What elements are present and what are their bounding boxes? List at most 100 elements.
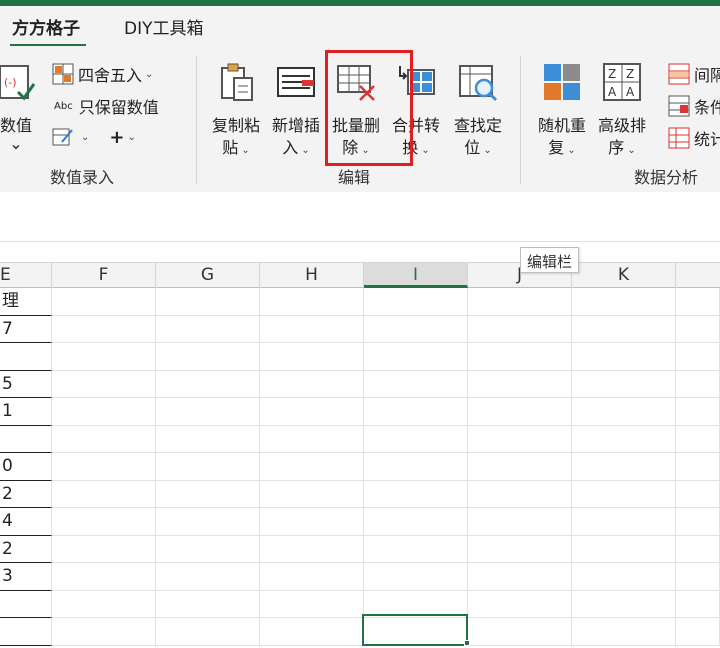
cell-e[interactable]: 1 [0,398,52,426]
grid-cell[interactable] [572,315,676,343]
grid-cell[interactable] [676,563,720,591]
grid-cell[interactable] [468,563,572,591]
grid-cell[interactable] [52,508,156,536]
interval-button[interactable]: 间隔 [668,62,720,86]
grid-cell[interactable] [676,425,720,453]
grid-cell[interactable] [260,288,364,316]
grid-cell[interactable] [52,618,156,646]
insert-button[interactable]: 新增插 入 ⌄ [266,56,326,160]
grid-cell[interactable] [364,535,468,563]
grid-cell[interactable] [156,535,260,563]
grid-cell[interactable] [468,370,572,398]
cell-e[interactable] [0,343,52,371]
grid-cell[interactable] [156,425,260,453]
grid-cell[interactable] [260,343,364,371]
grid-cell[interactable] [468,425,572,453]
grid-cell[interactable] [572,535,676,563]
random-repeat-button[interactable]: 随机重 复 ⌄ [532,56,592,160]
grid-cell[interactable] [52,535,156,563]
column-header-e[interactable]: E [0,263,52,288]
grid-cell[interactable] [156,563,260,591]
column-header-k[interactable]: K [572,263,676,288]
grid-cell[interactable] [364,480,468,508]
grid-cell[interactable] [468,453,572,481]
grid-cell[interactable] [572,590,676,618]
grid-cell[interactable] [676,508,720,536]
cell-e[interactable] [0,618,52,646]
grid-cell[interactable] [260,563,364,591]
grid-cell[interactable] [572,563,676,591]
grid-cell[interactable] [52,398,156,426]
spreadsheet-grid[interactable]: 理75102423 [0,288,720,648]
grid-cell[interactable] [260,425,364,453]
cell-e[interactable]: 3 [0,563,52,591]
formula-bar[interactable] [0,192,720,242]
advanced-sort-button[interactable]: Z Z A A 高级排 序 ⌄ [592,56,652,160]
grid-cell[interactable] [468,398,572,426]
grid-cell[interactable] [676,618,720,646]
grid-cell[interactable] [572,288,676,316]
round-button[interactable]: 四舍五入 ⌄ [52,62,153,86]
cell-e[interactable]: 5 [0,370,52,398]
fill-handle[interactable] [464,640,470,646]
condition-button[interactable]: 条件 [668,94,720,118]
grid-cell[interactable] [260,370,364,398]
grid-cell[interactable] [364,288,468,316]
plus-icon[interactable]: + [109,127,124,148]
grid-cell[interactable] [676,315,720,343]
grid-cell[interactable] [468,480,572,508]
grid-cell[interactable] [260,315,364,343]
grid-cell[interactable] [676,590,720,618]
grid-cell[interactable] [572,618,676,646]
grid-cell[interactable] [468,508,572,536]
grid-cell[interactable] [52,288,156,316]
grid-cell[interactable] [156,453,260,481]
grid-cell[interactable] [364,425,468,453]
active-cell[interactable] [362,614,468,646]
tab-fangfang[interactable]: 方方格子 [12,14,80,39]
grid-cell[interactable] [468,315,572,343]
column-header-i[interactable]: I [364,263,468,288]
column-header-g[interactable]: G [156,263,260,288]
column-header-next[interactable] [676,263,720,288]
grid-cell[interactable] [468,618,572,646]
grid-cell[interactable] [364,453,468,481]
grid-cell[interactable] [468,590,572,618]
grid-cell[interactable] [676,535,720,563]
grid-cell[interactable] [52,370,156,398]
grid-cell[interactable] [468,343,572,371]
grid-cell[interactable] [676,343,720,371]
cell-e[interactable]: 2 [0,535,52,563]
grid-cell[interactable] [52,315,156,343]
keep-value-button[interactable]: Abc 只保留数值 [52,94,159,118]
grid-cell[interactable] [260,398,364,426]
grid-cell[interactable] [52,343,156,371]
cell-e[interactable] [0,425,52,453]
grid-cell[interactable] [156,480,260,508]
grid-cell[interactable] [52,480,156,508]
grid-cell[interactable] [572,480,676,508]
cell-e[interactable]: 7 [0,315,52,343]
grid-cell[interactable] [156,618,260,646]
grid-cell[interactable] [156,343,260,371]
grid-cell[interactable] [260,508,364,536]
number-button[interactable]: (-) 数值 ⌄ [0,56,46,160]
grid-cell[interactable] [260,535,364,563]
format-button[interactable]: ⌄ + ⌄ [52,126,136,148]
grid-cell[interactable] [676,370,720,398]
grid-cell[interactable] [364,343,468,371]
stats-button[interactable]: 统计 [668,126,720,150]
column-header-h[interactable]: H [260,263,364,288]
grid-cell[interactable] [52,590,156,618]
grid-cell[interactable] [260,618,364,646]
copy-paste-button[interactable]: 复制粘 贴 ⌄ [206,56,266,160]
grid-cell[interactable] [156,508,260,536]
grid-cell[interactable] [52,425,156,453]
grid-cell[interactable] [364,370,468,398]
grid-cell[interactable] [364,315,468,343]
grid-cell[interactable] [52,563,156,591]
grid-cell[interactable] [676,398,720,426]
grid-cell[interactable] [156,315,260,343]
grid-cell[interactable] [572,398,676,426]
cell-e[interactable] [0,590,52,618]
